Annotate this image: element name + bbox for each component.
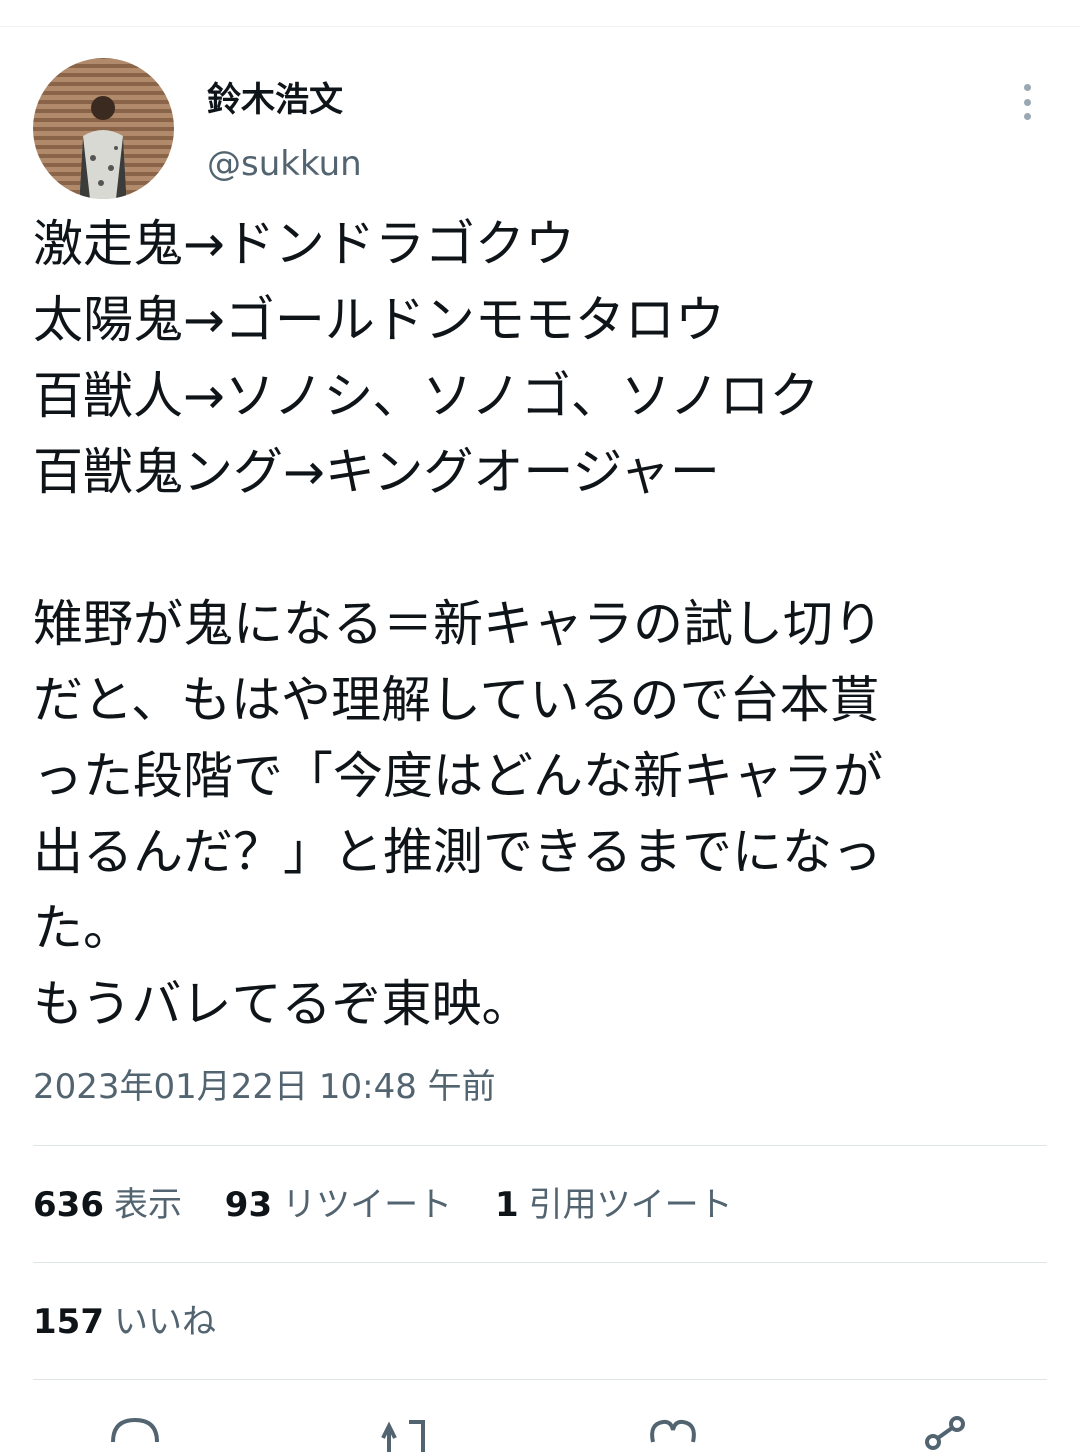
divider [33, 1262, 1047, 1263]
author-name[interactable]: 鈴木浩文 [207, 76, 343, 124]
tweet-timestamp[interactable]: 2023年01月22日 10:48 午前 [33, 1062, 496, 1112]
tweet-line: った段階で「今度はどんな新キャラが [33, 747, 883, 805]
tweet-line: 雉野が鬼になる＝新キャラの試し切り [33, 595, 883, 653]
author-handle[interactable]: @sukkun [207, 140, 362, 188]
quotes-count: 1 [494, 1185, 519, 1225]
tweet-line: 百獣人→ソノシ、ソノゴ、ソノロク [33, 367, 820, 425]
views-label: 表示 [113, 1185, 182, 1225]
share-icon[interactable] [915, 1412, 975, 1452]
tweet-line: もうバレてるぞ東映。 [33, 975, 532, 1033]
tweet-stats: 636 表示 93 リツイート 1 引用ツイート [33, 1180, 765, 1230]
tweet-line: 出るんだ？」と推測できるまでになっ [33, 823, 882, 881]
avatar-person-image [79, 96, 127, 199]
more-vertical-icon[interactable] [1012, 84, 1042, 120]
avatar[interactable] [33, 58, 174, 199]
quotes-label: 引用ツイート [528, 1185, 733, 1225]
reply-icon[interactable] [105, 1412, 165, 1452]
retweets-label: リツイート [282, 1185, 453, 1225]
likes-stat[interactable]: 157 いいね [33, 1297, 216, 1347]
tweet-line: 百獣鬼ング→キングオージャー [33, 443, 720, 501]
tweet-line: 太陽鬼→ゴールドンモモタロウ [33, 291, 725, 349]
action-bar [0, 1412, 1080, 1452]
divider [33, 1145, 1047, 1146]
tweet-line-blank [33, 510, 1048, 586]
views-stat[interactable]: 636 表示 [33, 1180, 182, 1230]
tweet-text: 激走鬼→ドンドラゴクウ 太陽鬼→ゴールドンモモタロウ 百獣人→ソノシ、ソノゴ、ソ… [33, 206, 1048, 1042]
quotes-stat[interactable]: 1 引用ツイート [495, 1180, 733, 1230]
tweet-line: 激走鬼→ドンドラゴクウ [33, 215, 575, 273]
retweets-stat[interactable]: 93 リツイート [225, 1180, 452, 1230]
divider [33, 1379, 1047, 1380]
tweet-line: た。 [33, 899, 133, 957]
likes-label: いいね [113, 1302, 216, 1342]
retweet-icon[interactable] [373, 1412, 433, 1452]
retweets-count: 93 [224, 1185, 273, 1225]
top-divider [0, 26, 1080, 27]
like-icon[interactable] [643, 1412, 703, 1452]
tweet-line: だと、もはや理解しているので台本貰 [33, 671, 880, 729]
likes-count: 157 [33, 1302, 104, 1342]
views-count: 636 [33, 1185, 104, 1225]
